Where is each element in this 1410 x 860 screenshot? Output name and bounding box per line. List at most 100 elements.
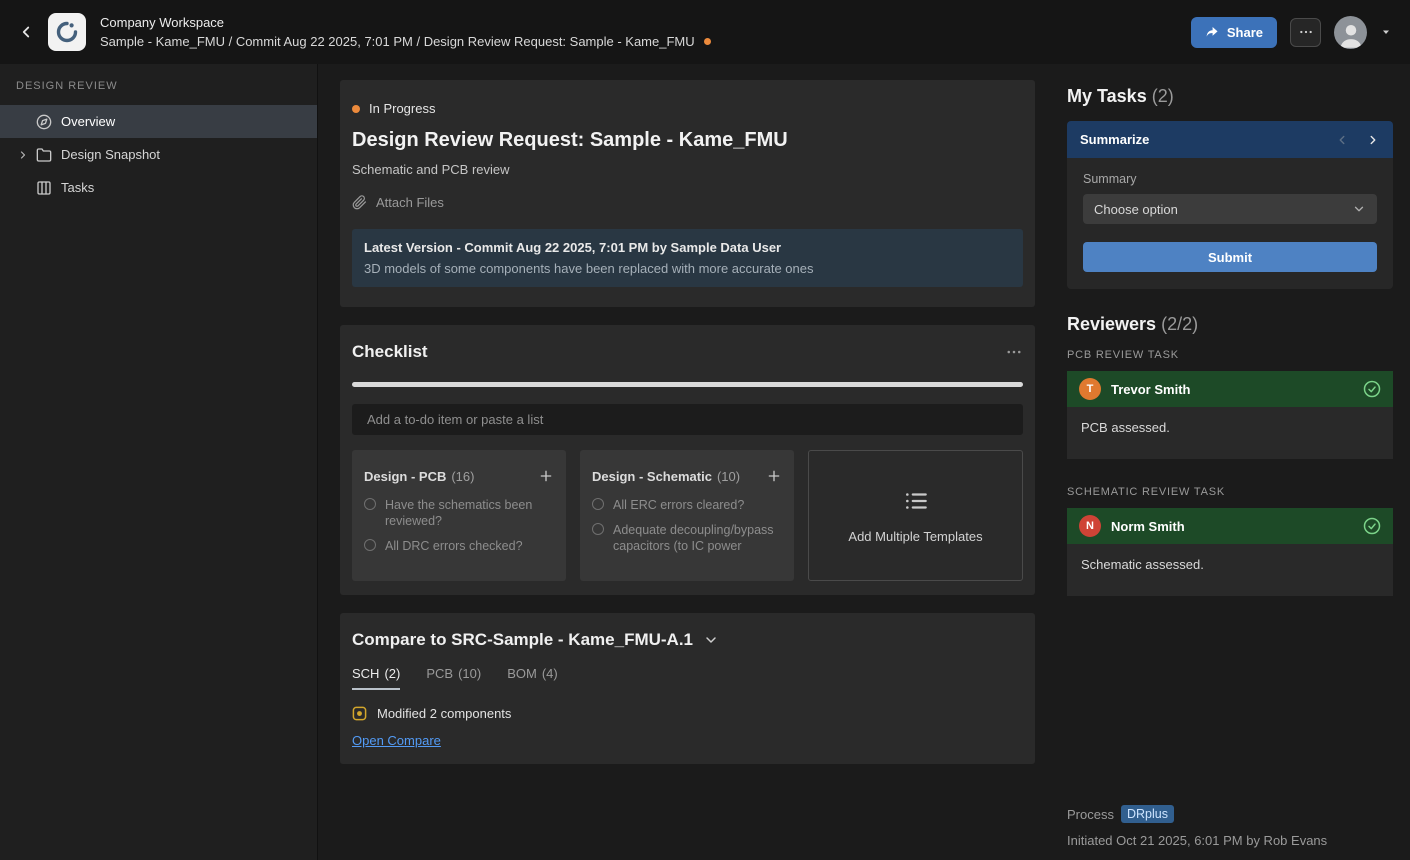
sidebar-item-overview[interactable]: Overview [0, 105, 317, 138]
ellipsis-icon [1007, 350, 1021, 354]
workspace-title: Company Workspace [100, 15, 225, 30]
submit-button[interactable]: Submit [1083, 242, 1377, 272]
checklist-menu-button[interactable] [1005, 343, 1023, 361]
add-multiple-templates-card[interactable]: Add Multiple Templates [808, 450, 1023, 581]
checklist-progress-bar [352, 382, 1023, 387]
checkbox-circle-icon [592, 498, 604, 510]
compare-header[interactable]: Compare to SRC-Sample - Kame_FMU-A.1 [352, 630, 1023, 650]
compass-icon [36, 114, 52, 130]
template-name: Design - PCB [364, 468, 447, 484]
summarize-card: Summarize Summary Choose option Submit [1067, 121, 1393, 289]
sidebar-item-design-snapshot[interactable]: Design Snapshot [0, 138, 317, 171]
template-name: Design - Schematic [592, 468, 712, 484]
tasks-board-icon [36, 180, 52, 196]
task-complete-icon [1363, 517, 1381, 535]
process-row: Process DRplus [1067, 805, 1327, 823]
template-row: Design - PCB (16) Have the schematics be… [352, 450, 1023, 581]
summarize-header: Summarize [1067, 121, 1393, 158]
task-complete-icon [1363, 380, 1381, 398]
open-compare-link[interactable]: Open Compare [352, 733, 441, 748]
latest-version-title: Latest Version - Commit Aug 22 2025, 7:0… [364, 240, 782, 255]
breadcrumb-text[interactable]: Sample - Kame_FMU / Commit Aug 22 2025, … [100, 34, 695, 49]
template-item: All DRC errors checked? [364, 538, 554, 554]
tab-label: PCB [426, 666, 454, 681]
chevron-right-icon [1370, 135, 1376, 144]
share-button[interactable]: Share [1190, 16, 1277, 48]
modified-icon [352, 706, 367, 721]
task-section-label: PCB REVIEW TASK [1067, 349, 1179, 361]
modified-summary-row: Modified 2 components [352, 706, 1023, 721]
reviewer-name: Trevor Smith [1111, 381, 1191, 397]
page-title: Design Review Request: Sample - Kame_FMU [352, 129, 788, 151]
tab-sch[interactable]: SCH (2) [352, 666, 401, 690]
template-card-design-pcb[interactable]: Design - PCB (16) Have the schematics be… [352, 450, 566, 581]
sidebar-item-tasks[interactable]: Tasks [0, 171, 317, 204]
template-count: (10) [716, 468, 741, 484]
more-options-button[interactable] [1290, 17, 1321, 47]
breadcrumb[interactable]: Sample - Kame_FMU / Commit Aug 22 2025, … [100, 34, 711, 49]
user-menu-caret[interactable] [1380, 26, 1392, 38]
summary-field-label: Summary [1083, 172, 1137, 186]
my-tasks-title: My Tasks (2) [1067, 86, 1393, 107]
tab-bom[interactable]: BOM (4) [507, 666, 558, 690]
prev-task-button[interactable] [1335, 133, 1349, 147]
tab-pcb[interactable]: PCB (10) [426, 666, 481, 690]
breadcrumb-status-dot [703, 38, 711, 45]
share-icon [1206, 27, 1218, 37]
tab-count: (4) [541, 666, 558, 681]
template-card-header: Design - PCB (16) [364, 468, 554, 484]
back-button[interactable] [12, 18, 40, 46]
chevron-left-icon [1339, 135, 1345, 144]
ellipsis-icon [1299, 30, 1312, 34]
folder-icon [36, 147, 52, 163]
summary-select-value: Choose option [1094, 201, 1178, 217]
collapse-chevron-icon[interactable] [703, 632, 719, 648]
template-item: All ERC errors cleared? [592, 497, 782, 513]
checklist-card: Checklist Design - PCB (16) [340, 325, 1035, 595]
task-navigation [1335, 133, 1380, 147]
summary-select[interactable]: Choose option [1083, 194, 1377, 224]
my-tasks-count: (2) [1151, 86, 1174, 106]
add-template-icon[interactable] [766, 468, 782, 484]
app-logo[interactable] [48, 13, 86, 51]
template-item: Adequate decoupling/bypass capacitors (t… [592, 522, 782, 554]
list-icon [905, 492, 927, 509]
sidebar-item-label: Tasks [61, 180, 95, 195]
tab-count: (2) [384, 666, 401, 681]
todo-input[interactable] [352, 404, 1023, 435]
status-dot [352, 104, 360, 113]
reviewer-row-norm[interactable]: N Norm Smith [1067, 508, 1393, 544]
reviewers-count: (2/2) [1161, 314, 1199, 334]
titlebar-text: Company Workspace Sample - Kame_FMU / Co… [100, 15, 711, 49]
sidebar: DESIGN REVIEW Overview Design Snapshot T… [0, 64, 318, 860]
add-template-icon[interactable] [538, 468, 554, 484]
initiated-text: Initiated Oct 21 2025, 6:01 PM by Rob Ev… [1067, 833, 1328, 848]
app-logo-icon [56, 21, 78, 43]
topbar: Company Workspace Sample - Kame_FMU / Co… [0, 0, 1410, 64]
user-avatar[interactable] [1334, 15, 1367, 49]
checklist-header: Checklist [352, 342, 1023, 362]
status-row: In Progress [352, 101, 1023, 116]
compare-card: Compare to SRC-Sample - Kame_FMU-A.1 SCH… [340, 613, 1035, 764]
tab-label: SCH [352, 666, 380, 681]
template-item-label: All DRC errors checked? [385, 539, 523, 553]
reviewer-row-trevor[interactable]: T Trevor Smith [1067, 371, 1393, 407]
process-badge[interactable]: DRplus [1120, 805, 1174, 823]
attach-files-button[interactable]: Attach Files [352, 195, 444, 210]
next-task-button[interactable] [1366, 133, 1380, 147]
my-tasks-title-text: My Tasks [1067, 86, 1147, 106]
latest-version-description: 3D models of some components have been r… [364, 261, 814, 276]
review-subtitle: Schematic and PCB review [352, 162, 510, 177]
summarize-title: Summarize [1080, 132, 1150, 147]
tab-label: BOM [507, 666, 537, 681]
reviewer-avatar: T [1079, 378, 1101, 400]
sidebar-item-label: Design Snapshot [61, 147, 161, 162]
expand-chevron-icon[interactable] [16, 149, 29, 161]
panel-bottom: Process DRplus Initiated Oct 21 2025, 6:… [1067, 805, 1327, 848]
reviewers-title: Reviewers (2/2) [1067, 314, 1393, 335]
latest-version-banner: Latest Version - Commit Aug 22 2025, 7:0… [352, 229, 1023, 287]
chevron-down-icon [1383, 30, 1389, 34]
template-card-design-schematic[interactable]: Design - Schematic (10) All ERC errors c… [580, 450, 794, 581]
template-count: (16) [451, 468, 475, 484]
compare-title: Compare to SRC-Sample - Kame_FMU-A.1 [352, 630, 694, 649]
